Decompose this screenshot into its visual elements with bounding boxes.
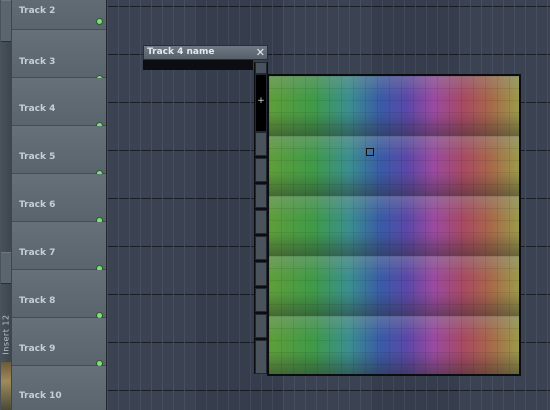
dialog-title: Track 4 name (147, 47, 215, 57)
track-name-label: Track 4 (19, 104, 56, 114)
swatch-button[interactable] (255, 314, 267, 338)
swatch-button[interactable] (255, 262, 267, 286)
track-header-8[interactable]: Track 8 (12, 270, 106, 319)
palette-cell-grid[interactable] (269, 76, 519, 374)
swatch-button[interactable] (255, 340, 267, 374)
track-name-label: Track 3 (19, 57, 56, 67)
track-header-6[interactable]: Track 6 (12, 174, 106, 224)
track-header-4[interactable]: Track 4 (12, 78, 106, 129)
add-color-icon[interactable]: + (255, 97, 267, 106)
track-header-5[interactable]: Track 5 (12, 126, 106, 177)
strip-segment (1, 0, 11, 42)
track-header-7[interactable]: Track 7 (12, 222, 106, 272)
track-header-10[interactable]: Track 10 (12, 366, 106, 410)
track-header-column: Track 2 Track 3 Track 4 Track 5 Track 6 … (12, 0, 106, 410)
color-selection-cursor[interactable] (366, 148, 374, 156)
swatch-button[interactable] (255, 288, 267, 312)
swatch-button[interactable] (255, 62, 267, 74)
track-name-label: Track 9 (19, 344, 56, 354)
rename-dialog: Track 4 name ✕ (143, 45, 268, 75)
swatch-button[interactable] (255, 158, 267, 182)
track-name-label: Track 8 (19, 296, 56, 306)
color-palette[interactable] (269, 76, 519, 374)
track-name-label: Track 7 (19, 248, 56, 258)
swatch-button[interactable] (255, 132, 267, 156)
strip-segment (1, 252, 11, 284)
swatch-button[interactable] (255, 210, 267, 234)
playlist-window: Insert 12 Track 2 Track 3 Track 4 Track … (0, 0, 550, 410)
color-palette-panel (267, 74, 521, 376)
track-name-label: Track 2 (19, 6, 56, 16)
track-header-2[interactable]: Track 2 (12, 0, 106, 30)
mixer-insert-strip[interactable]: Insert 12 (0, 0, 12, 410)
track-name-label: Track 10 (19, 391, 62, 401)
color-swatch-column: + (254, 62, 268, 374)
swatch-button[interactable] (255, 184, 267, 208)
track-header-9[interactable]: Track 9 (12, 318, 106, 367)
track-name-input[interactable] (143, 60, 253, 70)
close-icon[interactable]: ✕ (256, 46, 265, 59)
track-header-3[interactable]: Track 3 (12, 30, 106, 82)
insert-label: Insert 12 (1, 314, 11, 355)
track-name-label: Track 6 (19, 200, 56, 210)
swatch-button[interactable] (255, 236, 267, 260)
level-meter (1, 362, 11, 410)
dialog-titlebar[interactable]: Track 4 name ✕ (143, 45, 268, 60)
track-name-label: Track 5 (19, 152, 56, 162)
track-mute-led-icon[interactable] (96, 18, 103, 25)
